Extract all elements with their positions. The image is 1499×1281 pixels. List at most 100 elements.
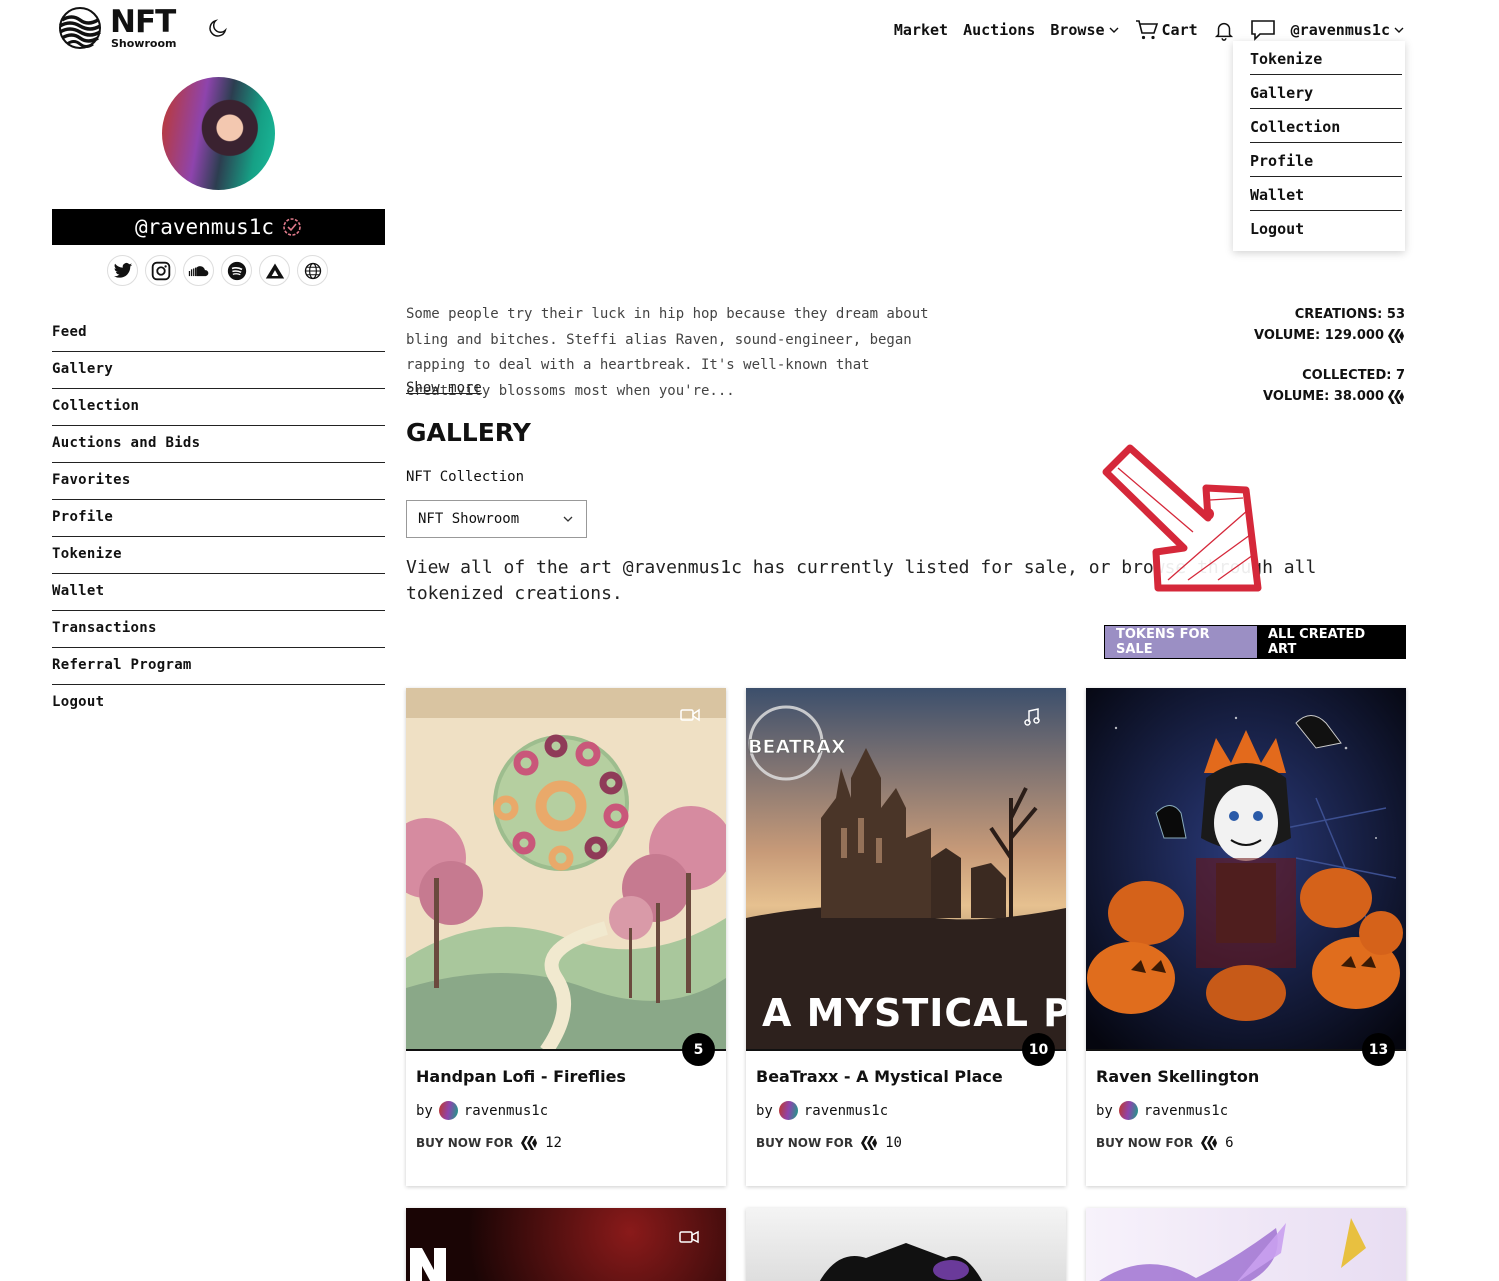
sidebar-item-logout[interactable]: Logout: [52, 685, 385, 722]
nft-artwork-image: [1099, 1218, 1366, 1281]
sidebar-item-gallery[interactable]: Gallery: [52, 352, 385, 389]
sidebar-item-transactions[interactable]: Transactions: [52, 611, 385, 648]
nft-artwork-image: [1086, 688, 1406, 1051]
tab-all-created-art[interactable]: ALL CREATED ART: [1257, 626, 1405, 658]
twitter-icon[interactable]: [107, 255, 138, 286]
by-label: by: [756, 1102, 773, 1119]
collection-select-value: NFT Showroom: [418, 511, 520, 527]
chevron-down-icon: [563, 516, 573, 522]
dropdown-item-tokenize[interactable]: Tokenize: [1250, 41, 1402, 75]
nft-title[interactable]: Handpan Lofi - Fireflies: [416, 1067, 626, 1086]
author-name[interactable]: ravenmus1c: [804, 1103, 888, 1119]
sidebar-item-referral-program[interactable]: Referral Program: [52, 648, 385, 685]
gallery-heading: GALLERY: [406, 418, 531, 447]
stat-creations: CREATIONS: 53: [1294, 307, 1405, 322]
nft-artwork-image: [410, 1230, 699, 1281]
nft-artwork-image: [819, 1243, 983, 1281]
nft-artwork-image: BEATRAX A MYSTICAL PLACE: [746, 688, 1066, 1051]
price-value: 6: [1225, 1135, 1234, 1151]
sidebar-item-auctions-and-bids[interactable]: Auctions and Bids: [52, 426, 385, 463]
logo-subtext: Showroom: [111, 37, 177, 50]
chevron-down-icon: [1109, 27, 1119, 33]
dropdown-item-wallet[interactable]: Wallet: [1250, 177, 1402, 211]
chevron-down-icon: [1394, 27, 1404, 33]
edition-count-badge: 10: [1022, 1033, 1055, 1066]
nft-title[interactable]: BeaTraxx - A Mystical Place: [756, 1067, 1003, 1086]
profile-stats: CREATIONS: 53 VOLUME: 129.000 COLLECTED:…: [1254, 304, 1405, 407]
sidebar-item-profile[interactable]: Profile: [52, 500, 385, 537]
by-label: by: [1096, 1102, 1113, 1119]
verified-badge-icon: [283, 218, 301, 236]
nft-card[interactable]: [746, 1208, 1066, 1281]
nft-card[interactable]: [406, 1208, 726, 1281]
nft-card[interactable]: 13 Raven Skellington by ravenmus1c BUY N…: [1086, 688, 1406, 1186]
by-label: by: [416, 1102, 433, 1119]
edition-count-badge: 5: [682, 1033, 715, 1066]
edition-count-badge: 13: [1362, 1033, 1395, 1066]
nav-cart-label: Cart: [1161, 21, 1198, 39]
nav-browse-label: Browse: [1050, 21, 1105, 39]
author-name[interactable]: ravenmus1c: [464, 1103, 548, 1119]
nav-username: @ravenmus1c: [1290, 21, 1390, 39]
hand-drawn-arrow-annotation: [1102, 444, 1262, 592]
cart-icon: [1135, 20, 1158, 40]
author-avatar: [778, 1101, 798, 1120]
collection-label: NFT Collection: [406, 469, 525, 485]
nft-price: BUY NOW FOR 6: [1096, 1135, 1234, 1151]
notifications-bell-icon[interactable]: [1213, 19, 1235, 41]
sidebar-item-favorites[interactable]: Favorites: [52, 463, 385, 500]
dark-mode-moon-icon[interactable]: [207, 17, 229, 39]
buy-now-label: BUY NOW FOR: [1096, 1136, 1194, 1150]
tab-tokens-for-sale[interactable]: TOKENS FOR SALE: [1105, 626, 1257, 658]
author-avatar: [1118, 1101, 1138, 1120]
nft-artwork-image: [406, 688, 726, 1051]
nav-auctions[interactable]: Auctions: [963, 21, 1035, 39]
price-value: 10: [885, 1135, 902, 1151]
nav-user-menu[interactable]: @ravenmus1c: [1291, 21, 1405, 39]
user-dropdown-menu: Tokenize Gallery Collection Profile Wall…: [1233, 41, 1405, 251]
stat-volume-collected: VOLUME: 38.000: [1263, 389, 1384, 404]
nav-market[interactable]: Market: [894, 21, 948, 39]
stat-collected: COLLECTED: 7: [1302, 368, 1405, 383]
sidebar-item-wallet[interactable]: Wallet: [52, 574, 385, 611]
sidebar-item-feed[interactable]: Feed: [52, 315, 385, 352]
nft-card[interactable]: 5 Handpan Lofi - Fireflies by ravenmus1c…: [406, 688, 726, 1186]
sidebar-item-tokenize[interactable]: Tokenize: [52, 537, 385, 574]
nft-card[interactable]: BEATRAX A MYSTICAL PLACE 10 BeaTraxx - A…: [746, 688, 1066, 1186]
collection-select[interactable]: NFT Showroom: [406, 500, 587, 538]
gallery-view-toggle: TOKENS FOR SALE ALL CREATED ART: [1104, 625, 1406, 659]
author-name[interactable]: ravenmus1c: [1144, 1103, 1228, 1119]
artwork-overlay-text: A MYSTICAL PLACE: [762, 991, 1066, 1035]
profile-username-bar: @ravenmus1c: [52, 209, 385, 245]
buy-now-label: BUY NOW FOR: [756, 1136, 854, 1150]
messages-chat-icon[interactable]: [1250, 18, 1276, 42]
logo-text: NFT: [110, 4, 176, 40]
dropdown-item-gallery[interactable]: Gallery: [1250, 75, 1402, 109]
nav-cart[interactable]: Cart: [1135, 19, 1198, 41]
logo-globe-icon: [59, 7, 101, 49]
soundcloud-icon[interactable]: [183, 255, 214, 286]
site-logo[interactable]: NFT Showroom: [58, 4, 188, 52]
watermark-text: BEATRAX: [748, 736, 846, 758]
profile-username: @ravenmus1c: [134, 215, 275, 239]
nft-author: by ravenmus1c: [1096, 1101, 1228, 1120]
instagram-icon[interactable]: [145, 255, 176, 286]
spotify-icon[interactable]: [221, 255, 252, 286]
show-more-link[interactable]: Show more: [406, 380, 482, 396]
nft-title[interactable]: Raven Skellington: [1096, 1067, 1259, 1086]
sidebar-item-collection[interactable]: Collection: [52, 389, 385, 426]
stat-volume-created-row: VOLUME: 129.000: [1254, 325, 1405, 346]
hive-token-icon: [1388, 389, 1404, 404]
globe-icon[interactable]: [297, 255, 328, 286]
nft-price: BUY NOW FOR 10: [756, 1135, 902, 1151]
linktree-icon[interactable]: [259, 255, 290, 286]
nft-card[interactable]: [1086, 1208, 1406, 1281]
music-icon: [1024, 708, 1040, 726]
nav-browse[interactable]: Browse: [1050, 21, 1119, 39]
author-avatar: [438, 1101, 458, 1120]
dropdown-item-collection[interactable]: Collection: [1250, 109, 1402, 143]
top-navigation: Market Auctions Browse Cart @ravenmus1c: [894, 18, 1405, 42]
hive-token-icon: [1201, 1136, 1218, 1150]
dropdown-item-logout[interactable]: Logout: [1250, 211, 1402, 245]
dropdown-item-profile[interactable]: Profile: [1250, 143, 1402, 177]
